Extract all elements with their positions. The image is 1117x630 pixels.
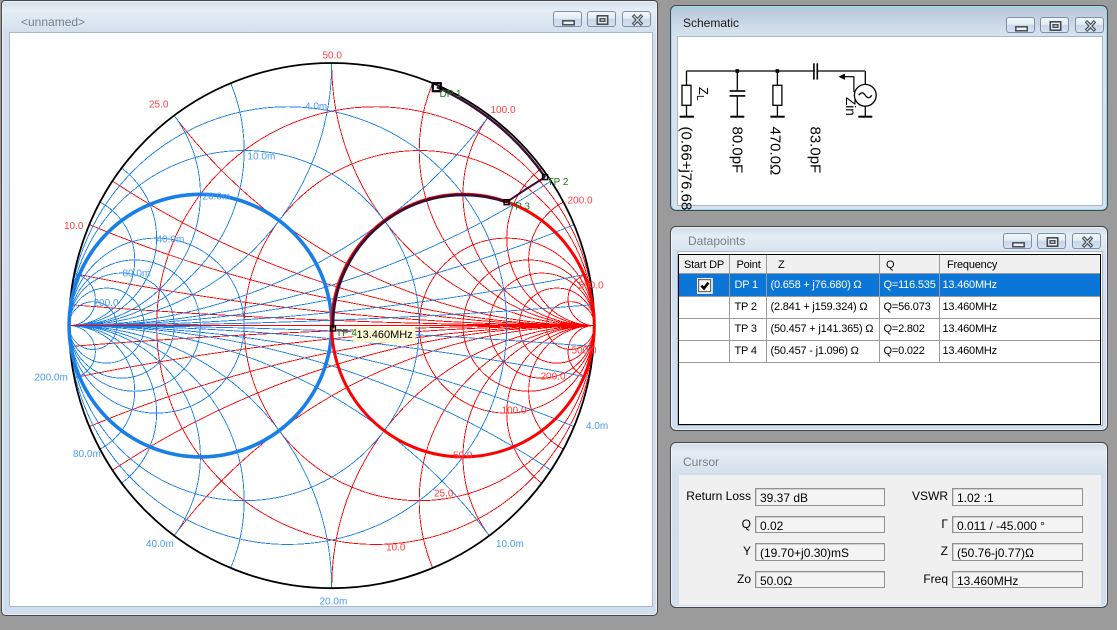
svg-text:4.0m: 4.0m — [305, 102, 327, 113]
svg-text:200.0m: 200.0m — [35, 373, 68, 384]
svg-text:100.0: 100.0 — [502, 406, 527, 417]
svg-text:10.0m: 10.0m — [248, 152, 276, 163]
svg-text:40.0m: 40.0m — [146, 539, 174, 550]
svg-text:10.0: 10.0 — [386, 543, 406, 554]
svg-text:470.0Ω: 470.0Ω — [766, 127, 783, 176]
svg-text:40.0m: 40.0m — [157, 235, 185, 246]
svg-text:(0.66+j76.68): (0.66+j76.68) — [678, 127, 694, 212]
svg-text:200.0: 200.0 — [541, 372, 566, 383]
svg-text:DP 1: DP 1 — [440, 89, 462, 100]
svg-text:200.0: 200.0 — [94, 298, 119, 309]
svg-text:10.0m: 10.0m — [496, 539, 524, 550]
svg-text:TP 2: TP 2 — [548, 177, 569, 188]
svg-text:4.0m: 4.0m — [586, 421, 608, 432]
svg-text:25.0: 25.0 — [434, 489, 454, 500]
svg-text:80.0pF: 80.0pF — [728, 127, 745, 174]
svg-text:20.0m: 20.0m — [203, 192, 231, 203]
svg-text:25.0: 25.0 — [149, 100, 169, 111]
svg-text:50.0: 50.0 — [453, 451, 473, 462]
svg-text:TP 3: TP 3 — [509, 202, 530, 213]
svg-text:500.0: 500.0 — [572, 346, 597, 357]
svg-text:200.0: 200.0 — [568, 196, 593, 207]
svg-text:50.0: 50.0 — [323, 51, 343, 62]
svg-text:13.460MHz: 13.460MHz — [357, 329, 413, 341]
svg-text:10.0: 10.0 — [64, 221, 84, 232]
svg-text:100.0: 100.0 — [491, 105, 516, 116]
svg-text:80.0m: 80.0m — [73, 449, 101, 460]
svg-text:20.0m: 20.0m — [320, 597, 348, 608]
svg-text:83.0pF: 83.0pF — [806, 127, 823, 174]
svg-text:500.0: 500.0 — [579, 281, 604, 292]
svg-text:ZL: ZL — [694, 87, 711, 101]
svg-text:TP 4: TP 4 — [336, 328, 357, 339]
svg-text:80.0m: 80.0m — [123, 269, 151, 280]
